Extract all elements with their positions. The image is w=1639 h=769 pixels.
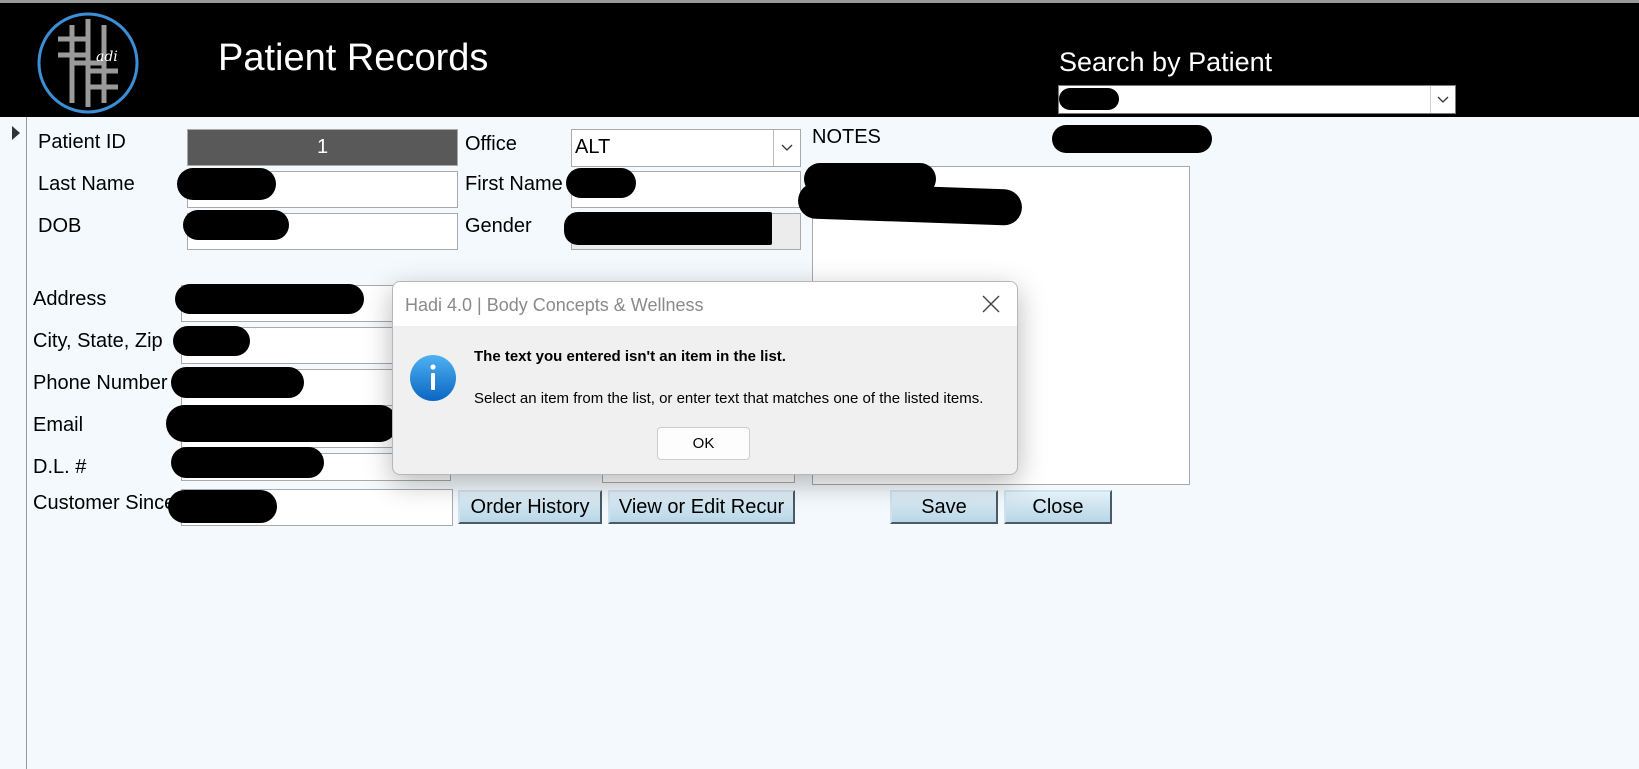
dob-label: DOB xyxy=(38,215,82,237)
first-name-label: First Name xyxy=(465,173,563,195)
search-dropdown-button[interactable] xyxy=(1430,86,1455,113)
redacted-first-name xyxy=(566,168,636,198)
city-state-zip-label: City, State, Zip xyxy=(33,330,163,352)
info-icon xyxy=(410,355,456,401)
office-value: ALT xyxy=(575,136,611,158)
email-label: Email xyxy=(33,414,84,436)
redacted-phone xyxy=(171,367,304,398)
search-by-patient-combo[interactable] xyxy=(1058,85,1456,114)
hadi-logo: adi xyxy=(37,12,139,114)
redacted-last-name xyxy=(177,168,276,200)
ok-button[interactable]: OK xyxy=(657,427,750,460)
redacted-dl-number xyxy=(171,447,324,478)
redacted-city-state-zip xyxy=(173,326,250,356)
redacted-search-value xyxy=(1059,88,1119,110)
view-or-edit-recur-button[interactable]: View or Edit Recur xyxy=(608,490,795,524)
page-title: Patient Records xyxy=(218,37,489,79)
dialog-close-button[interactable] xyxy=(977,290,1005,318)
customer-since-label: Customer Since xyxy=(33,492,176,514)
redacted-address xyxy=(175,284,364,314)
chevron-down-icon xyxy=(1437,96,1449,103)
patient-id-label: Patient ID xyxy=(38,131,126,153)
dl-number-label: D.L. # xyxy=(33,456,87,478)
redacted-notes-header xyxy=(1052,125,1212,153)
office-label: Office xyxy=(465,133,517,155)
address-label: Address xyxy=(33,288,107,310)
header-bar: adi Patient Records Search by Patient xyxy=(0,3,1639,117)
gender-label: Gender xyxy=(465,215,532,237)
dialog-title: Hadi 4.0 | Body Concepts & Wellness xyxy=(405,295,704,315)
office-dropdown-button[interactable] xyxy=(773,130,800,166)
save-button[interactable]: Save xyxy=(890,490,998,524)
dialog-heading: The text you entered isn't an item in th… xyxy=(474,348,786,365)
last-name-label: Last Name xyxy=(38,173,135,195)
redacted-email xyxy=(166,405,398,442)
message-dialog: Hadi 4.0 | Body Concepts & Wellness The … xyxy=(392,281,1018,475)
order-history-button[interactable]: Order History xyxy=(458,490,602,524)
redacted-customer-since xyxy=(168,490,277,523)
logo-text: adi xyxy=(96,49,118,65)
redacted-gender xyxy=(564,212,772,245)
close-button[interactable]: Close xyxy=(1004,490,1112,524)
dialog-title-bar: Hadi 4.0 | Body Concepts & Wellness xyxy=(393,282,1017,326)
notes-label: NOTES xyxy=(812,126,881,148)
phone-number-label: Phone Number xyxy=(33,372,168,394)
record-selector-arrow-icon[interactable] xyxy=(12,126,20,140)
close-icon xyxy=(982,295,1000,313)
search-label: Search by Patient xyxy=(1059,47,1273,77)
office-combo[interactable]: ALT xyxy=(571,129,801,167)
redacted-dob xyxy=(183,210,289,240)
patient-id-field[interactable]: 1 xyxy=(187,129,458,166)
dialog-message: Select an item from the list, or enter t… xyxy=(474,390,984,407)
chevron-down-icon xyxy=(781,144,793,151)
record-selector-column xyxy=(0,117,27,769)
